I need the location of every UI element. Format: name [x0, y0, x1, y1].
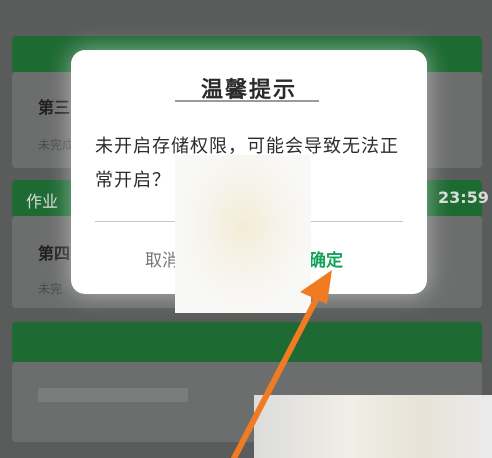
assignment-status: 未完 — [38, 282, 63, 296]
assignment-title: 第四 — [38, 244, 71, 263]
confirm-button[interactable]: 确定 — [309, 246, 343, 271]
title-underline — [175, 100, 319, 102]
blurred-title — [38, 388, 188, 402]
assignment-title: 第三 — [38, 98, 71, 117]
assignment-status: 未完成 — [38, 138, 75, 152]
blurred-watermark — [175, 155, 311, 313]
card-deadline: 23:59 — [438, 188, 489, 207]
card-header — [12, 322, 482, 362]
blurred-watermark — [254, 395, 492, 458]
cancel-button[interactable]: 取消 — [145, 246, 179, 271]
card-header-label: 作业 — [26, 192, 59, 211]
